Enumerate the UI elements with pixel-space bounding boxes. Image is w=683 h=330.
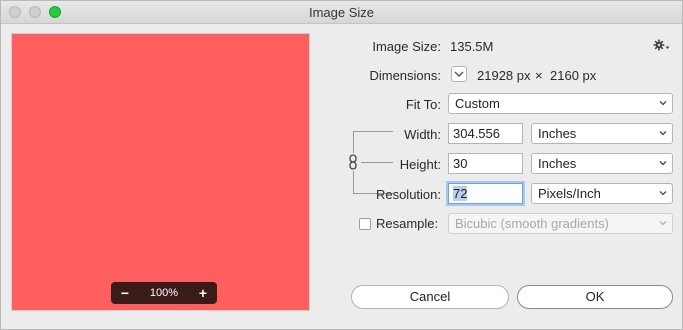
image-preview[interactable]: − 100% +	[11, 33, 310, 311]
zoom-level: 100%	[149, 287, 179, 299]
zoom-control: − 100% +	[111, 282, 217, 304]
width-unit-select[interactable]: Inches	[531, 123, 673, 144]
dimensions-label: Dimensions:	[369, 68, 441, 83]
chevron-down-icon	[659, 191, 667, 196]
resample-checkbox[interactable]	[359, 218, 371, 230]
image-size-dialog: Image Size − 100% + Image Size: 135.5M D…	[0, 0, 683, 330]
width-label: Width:	[404, 127, 441, 142]
dimensions-height-value: 2160 px	[550, 68, 597, 83]
height-label: Height:	[399, 157, 441, 172]
image-size-label: Image Size:	[372, 39, 441, 54]
resolution-value: 72	[453, 186, 468, 201]
width-unit-value: Inches	[538, 126, 577, 141]
chevron-down-icon	[659, 131, 667, 136]
chevron-down-icon	[454, 71, 464, 77]
resample-label: Resample:	[376, 216, 439, 231]
width-value: 304.556	[453, 126, 500, 141]
width-input[interactable]: 304.556	[448, 123, 523, 144]
resolution-unit-value: Pixels/Inch	[538, 186, 601, 201]
resolution-label: Resolution:	[375, 187, 441, 202]
height-unit-value: Inches	[538, 156, 577, 171]
dimensions-times: ×	[535, 68, 543, 83]
fit-to-value: Custom	[455, 96, 500, 111]
fit-to-label: Fit To:	[405, 97, 441, 112]
resample-method-value: Bicubic (smooth gradients)	[455, 216, 609, 231]
ok-button[interactable]: OK	[517, 285, 673, 309]
fit-to-select[interactable]: Custom	[448, 93, 673, 114]
height-unit-select[interactable]: Inches	[531, 153, 673, 174]
image-size-value: 135.5M	[450, 39, 494, 54]
cancel-button[interactable]: Cancel	[351, 285, 509, 309]
chevron-down-icon	[659, 101, 667, 106]
zoom-out-button[interactable]: −	[119, 285, 131, 301]
height-input[interactable]: 30	[448, 153, 523, 174]
resolution-input[interactable]: 72	[448, 183, 523, 204]
zoom-in-button[interactable]: +	[197, 285, 209, 301]
dimensions-width-value: 21928 px	[477, 68, 531, 83]
chevron-down-icon	[659, 221, 667, 226]
resolution-unit-select[interactable]: Pixels/Inch	[531, 183, 673, 204]
dimensions-units-dropdown[interactable]	[451, 66, 467, 82]
resample-method-select[interactable]: Bicubic (smooth gradients)	[448, 213, 673, 234]
height-value: 30	[453, 156, 468, 171]
window-title: Image Size	[308, 5, 375, 20]
settings-gear-icon[interactable]	[653, 37, 671, 53]
chevron-down-icon	[659, 161, 667, 166]
title-bar: Image Size	[1, 1, 682, 24]
